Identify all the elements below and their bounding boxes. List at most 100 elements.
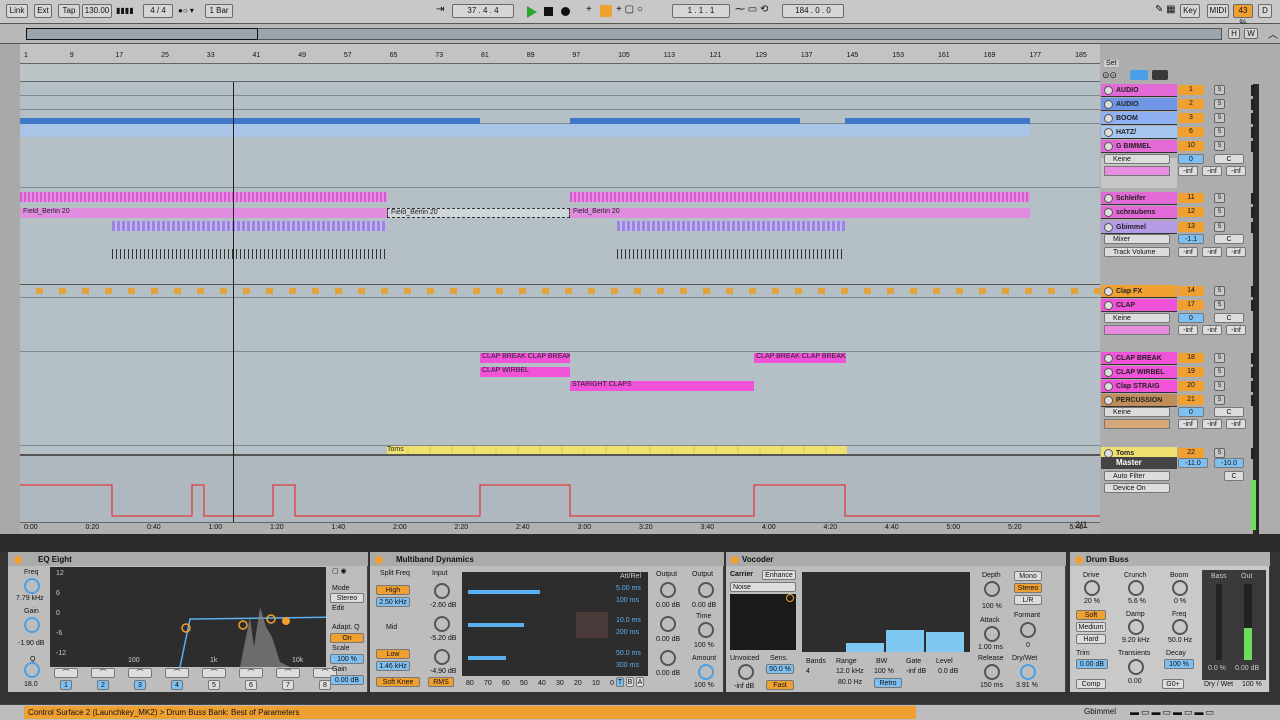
mb-attrel-value[interactable]: 300 ms — [616, 662, 639, 669]
gbimmel-pan[interactable]: C — [1214, 154, 1244, 164]
voc-attack-knob[interactable] — [984, 626, 1000, 642]
mb-time-knob[interactable] — [698, 622, 714, 638]
lane-percussion[interactable] — [20, 392, 1100, 446]
lane-audio-1[interactable] — [20, 82, 1100, 96]
send-c[interactable]: -inf — [1226, 166, 1246, 176]
gbimmel-volume[interactable]: 0 — [1178, 154, 1204, 164]
mb-b-button[interactable]: B — [626, 677, 634, 687]
draw-mode-icon[interactable]: ✎ ▦ — [1155, 4, 1176, 15]
eq-power-icon[interactable] — [14, 556, 22, 564]
voc-mono-button[interactable]: Mono — [1014, 571, 1042, 581]
eq-view-icons[interactable]: ▢ ◉ — [332, 567, 347, 575]
clip-schleifer-1[interactable] — [20, 192, 387, 202]
eq-curve[interactable] — [50, 567, 326, 667]
db-hard-button[interactable]: Hard — [1076, 634, 1106, 644]
solo-button[interactable]: S — [1214, 286, 1225, 296]
track-number[interactable]: 14 — [1178, 286, 1204, 296]
playhead[interactable] — [233, 82, 234, 534]
solo-button[interactable]: S — [1214, 300, 1225, 310]
lane-audio-2[interactable] — [20, 96, 1100, 110]
db-comp-button[interactable]: Comp — [1076, 679, 1106, 689]
db-boom-knob[interactable] — [1172, 580, 1188, 596]
track-number[interactable]: 3 — [1178, 113, 1204, 123]
bar-ruler[interactable]: 1 9 17 25 33 41 49 57 65 73 81 89 97 105 113 121 129 137 1… — [20, 44, 1100, 64]
eq-band-filter-icon[interactable]: ⌒ — [276, 668, 300, 678]
solo-button[interactable]: S — [1214, 207, 1225, 217]
perc-pan[interactable]: C — [1214, 407, 1244, 417]
arrangement-overview[interactable]: H W ︿ — [0, 24, 1280, 44]
voc-release-knob[interactable] — [984, 664, 1000, 680]
send-c-13[interactable]: -inf — [1226, 247, 1246, 257]
ext-button[interactable]: Ext — [34, 4, 52, 18]
lane-gbimmel[interactable] — [20, 138, 1100, 188]
clap-pan[interactable]: C — [1214, 313, 1244, 323]
play-icon[interactable] — [527, 6, 537, 18]
mb-attrel-value[interactable]: 200 ms — [616, 629, 639, 636]
eq-band-filter-icon[interactable]: ⌒ — [165, 668, 189, 678]
w-button[interactable]: W — [1244, 28, 1258, 39]
voc-formant-knob[interactable] — [1020, 622, 1036, 638]
track-number[interactable]: 13 — [1178, 222, 1204, 232]
loop-strip[interactable] — [20, 64, 1100, 82]
track-activator-icon[interactable] — [1104, 194, 1113, 203]
track-activator-icon[interactable] — [1104, 142, 1113, 151]
clip-clap-wirbel[interactable]: CLAP WIRBEL — [480, 367, 570, 377]
solo-button[interactable]: S — [1214, 113, 1225, 123]
mb-t-button[interactable]: T — [616, 677, 624, 687]
h-button[interactable]: H — [1228, 28, 1240, 39]
track-number[interactable]: 11 — [1178, 193, 1204, 203]
mb-amount-knob[interactable] — [698, 664, 714, 680]
perc-input-select[interactable]: Keine — [1104, 407, 1170, 417]
db-drive-knob[interactable] — [1084, 580, 1100, 596]
send-a[interactable]: -inf — [1178, 166, 1198, 176]
voc-carrier-knob[interactable] — [786, 594, 794, 602]
mb-attrel-value[interactable]: 10.0 ms — [616, 617, 641, 624]
eq-q-knob[interactable] — [24, 662, 40, 678]
eq-adaptq-toggle[interactable]: On — [330, 633, 364, 643]
db-medium-button[interactable]: Medium — [1076, 622, 1106, 632]
mb-output-low-knob[interactable] — [660, 650, 676, 666]
track-activator-icon[interactable] — [1104, 368, 1113, 377]
track-activator-icon[interactable] — [1104, 114, 1113, 123]
mb-low-button[interactable]: Low — [376, 649, 410, 659]
clap-send-a[interactable]: -inf — [1178, 325, 1198, 335]
tap-button[interactable]: Tap — [58, 4, 80, 18]
clap-input-select[interactable]: Keine — [1104, 313, 1170, 323]
eq-band-toggle[interactable]: 3 — [134, 680, 146, 690]
mb-output-mid-knob[interactable] — [660, 616, 676, 632]
clip-gbimmel-1[interactable] — [112, 221, 387, 231]
db-damp-knob[interactable] — [1128, 619, 1144, 635]
track-number[interactable]: 19 — [1178, 367, 1204, 377]
track-volume-select[interactable]: Track Volume — [1104, 247, 1170, 257]
track-activator-icon[interactable] — [1104, 223, 1113, 232]
track-number[interactable]: 21 — [1178, 395, 1204, 405]
clip-field-3[interactable]: Field_Berlin 20 — [570, 208, 1030, 218]
db-crunch-knob[interactable] — [1128, 580, 1144, 596]
db-bass-meter[interactable] — [1216, 584, 1222, 660]
db-decay-value[interactable]: 100 % — [1164, 659, 1194, 669]
track-number[interactable]: 20 — [1178, 381, 1204, 391]
track-activator-icon[interactable] — [1104, 354, 1113, 363]
clap-volume[interactable]: 0 — [1178, 313, 1204, 323]
link-button[interactable]: Link — [6, 4, 28, 18]
track-number[interactable]: 17 — [1178, 300, 1204, 310]
clap-send-b[interactable]: -inf — [1202, 325, 1222, 335]
arrangement-view[interactable]: 1 9 17 25 33 41 49 57 65 73 81 89 97 105 113 121 129 137 1… — [20, 44, 1100, 534]
clip-schleifer-2[interactable] — [570, 192, 1030, 202]
overdub-icon[interactable]: + — [586, 4, 592, 15]
solo-button[interactable]: S — [1214, 222, 1225, 232]
midi-map-button[interactable]: MIDI — [1207, 4, 1229, 18]
voc-power-icon[interactable] — [731, 556, 739, 564]
d-button[interactable]: D — [1258, 4, 1272, 18]
overview-viewport[interactable] — [26, 28, 258, 40]
record-icon[interactable] — [561, 7, 570, 16]
solo-button[interactable]: S — [1214, 448, 1225, 458]
db-soft-button[interactable]: Soft — [1076, 610, 1106, 620]
perc-send-c[interactable]: -inf — [1226, 419, 1246, 429]
mb-rms-toggle[interactable]: RMS — [428, 677, 454, 687]
clap-output-bar[interactable] — [1104, 325, 1170, 335]
track-number[interactable]: 10 — [1178, 141, 1204, 151]
mb-power-icon[interactable] — [375, 556, 383, 564]
gbimmel-input-select[interactable]: Keine — [1104, 154, 1170, 164]
mb-input-mid-knob[interactable] — [434, 616, 450, 632]
